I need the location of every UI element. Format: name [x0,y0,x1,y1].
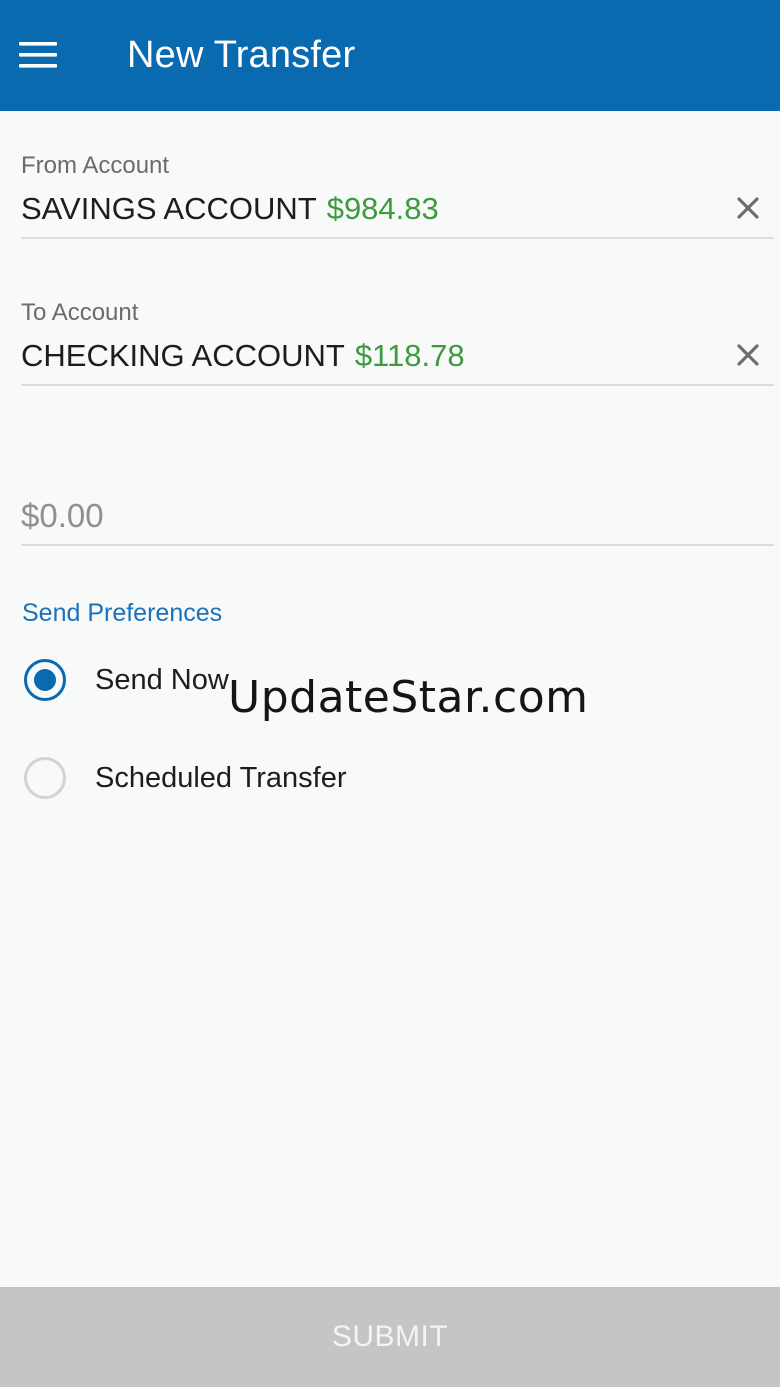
send-now-label: Send Now [95,663,229,696]
submit-button[interactable]: SUBMIT [0,1287,780,1387]
clear-to-account-button[interactable] [732,339,764,371]
from-account-label: From Account [21,152,170,179]
amount-field [21,488,774,546]
scheduled-transfer-option[interactable]: Scheduled Transfer [24,754,524,802]
close-icon [737,197,759,219]
from-account-balance: $984.83 [326,190,439,226]
to-account-field[interactable]: To Account CHECKING ACCOUNT $118.78 [21,299,774,386]
hamburger-menu-icon [19,42,57,68]
page-title: New Transfer [127,34,356,76]
menu-button[interactable] [0,20,76,90]
clear-from-account-button[interactable] [732,192,764,224]
send-now-option[interactable]: Send Now [24,656,524,704]
close-icon [737,344,759,366]
scheduled-transfer-radio[interactable] [24,757,66,799]
amount-input[interactable] [21,488,774,544]
to-account-name: CHECKING ACCOUNT [21,337,345,373]
to-account-selector[interactable]: CHECKING ACCOUNT $118.78 [21,327,774,386]
send-now-radio[interactable] [24,659,66,701]
to-account-balance: $118.78 [354,337,465,373]
app-bar: New Transfer [0,0,780,111]
radio-selected-dot [34,669,56,691]
from-account-field[interactable]: From Account SAVINGS ACCOUNT $984.83 [21,152,774,239]
scheduled-transfer-label: Scheduled Transfer [95,761,347,794]
send-preferences-heading: Send Preferences [22,599,223,627]
transfer-screen: New Transfer From Account SAVINGS ACCOUN… [0,0,780,1387]
from-account-name: SAVINGS ACCOUNT [21,190,317,226]
to-account-label: To Account [21,299,139,326]
from-account-selector[interactable]: SAVINGS ACCOUNT $984.83 [21,180,774,239]
